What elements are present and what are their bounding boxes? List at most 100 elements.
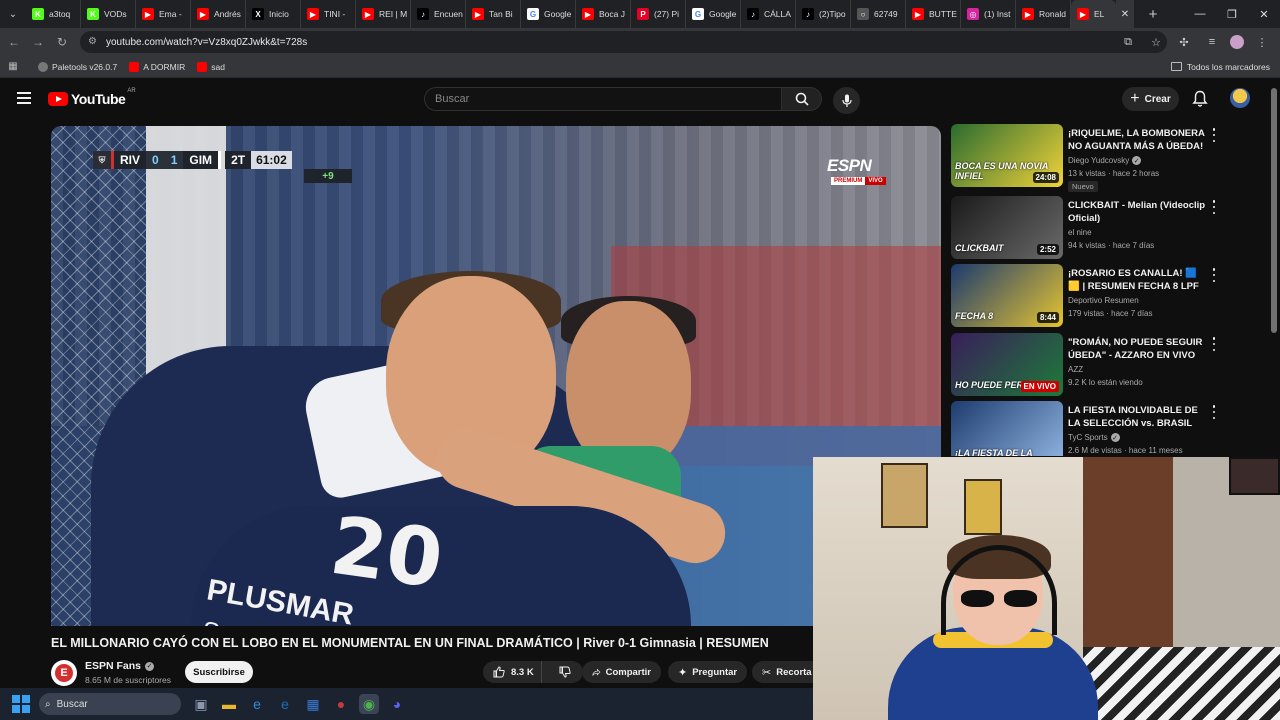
recommended-channel[interactable]: Deportivo Resumen bbox=[1068, 296, 1139, 305]
bookmark-item[interactable]: sad bbox=[197, 61, 225, 72]
new-tab-icon[interactable]: + bbox=[1140, 0, 1166, 28]
recommended-video-title[interactable]: "ROMÁN, NO PUEDE SEGUIR ÚBEDA" - AZZARO … bbox=[1068, 336, 1206, 362]
video-thumbnail[interactable]: BOCA ES UNA NOVIA INFIEL 24:08 bbox=[951, 124, 1063, 187]
video-thumbnail[interactable]: HO PUEDE PERD EN VIVO bbox=[951, 333, 1063, 396]
url-field[interactable]: ⚙ youtube.com/watch?v=Vz8xq0ZJwkk&t=728s bbox=[80, 31, 1167, 53]
bookmark-item[interactable]: Paletools v26.0.7 bbox=[38, 61, 117, 72]
more-options-icon[interactable] bbox=[1209, 337, 1219, 351]
app-red-icon[interactable]: ● bbox=[331, 694, 351, 714]
video-duration: 8:44 bbox=[1036, 312, 1059, 323]
recommended-channel-name: TyC Sports bbox=[1068, 433, 1108, 442]
search-button[interactable] bbox=[781, 87, 822, 111]
browser-tab[interactable]: ▶ TINI - bbox=[301, 0, 356, 28]
recommended-channel[interactable]: Diego Yudcovsky ✓ bbox=[1068, 156, 1142, 165]
browser-tab[interactable]: ▶ Ema - bbox=[136, 0, 191, 28]
bookmark-item[interactable]: A DORMIR bbox=[129, 61, 185, 72]
browser-tab[interactable]: X Inicio bbox=[246, 0, 301, 28]
browser-tab[interactable]: G Google bbox=[686, 0, 741, 28]
browser-tab[interactable]: ▶ Ronald bbox=[1016, 0, 1071, 28]
task-view-icon[interactable]: ▣ bbox=[191, 694, 211, 714]
channel-name-link[interactable]: ESPN Fans ✓ bbox=[85, 660, 155, 672]
chrome-menu-icon[interactable]: ⋮ bbox=[1252, 36, 1272, 49]
browser-tab[interactable]: ▶ Boca J bbox=[576, 0, 631, 28]
share-label: Compartir bbox=[605, 666, 651, 678]
browser-tab[interactable]: ▶ BUTTE bbox=[906, 0, 961, 28]
browser-tab[interactable]: ♪ CÁLLA bbox=[741, 0, 796, 28]
recommended-channel[interactable]: TyC Sports ✓ bbox=[1068, 433, 1120, 442]
recommended-video[interactable]: HO PUEDE PERD EN VIVO "ROMÁN, NO PUEDE SEG… bbox=[951, 333, 1221, 397]
recommended-video-title[interactable]: ¡RIQUELME, LA BOMBONERA NO AGUANTA MÁS A… bbox=[1068, 127, 1206, 153]
search-input[interactable]: Buscar bbox=[424, 87, 781, 111]
like-button[interactable]: 8.3 K bbox=[483, 661, 543, 683]
browser-tab[interactable]: Ka3toq bbox=[26, 0, 81, 28]
windows-start-icon[interactable] bbox=[12, 695, 30, 713]
bookmark-star-icon[interactable]: ☆ bbox=[1146, 36, 1166, 49]
browser-tab[interactable]: ♪ (2)Tipo bbox=[796, 0, 851, 28]
close-window-icon[interactable]: ✕ bbox=[1248, 0, 1280, 28]
search-icon bbox=[795, 92, 809, 106]
discord-icon[interactable]: ◕ bbox=[387, 694, 407, 714]
browser-tab[interactable]: ◎ (1) Inst bbox=[961, 0, 1016, 28]
recommended-video[interactable]: BOCA ES UNA NOVIA INFIEL 24:08 ¡RIQUELME, … bbox=[951, 124, 1221, 192]
browser-tab[interactable]: ○ 62749 bbox=[851, 0, 906, 28]
more-options-icon[interactable] bbox=[1209, 128, 1219, 142]
taskbar-search-input[interactable]: ⌕ Buscar bbox=[39, 693, 181, 715]
tab-search-chevron-icon[interactable]: ⌄ bbox=[0, 0, 26, 28]
video-thumbnail[interactable]: CLICKBAIT 2:52 bbox=[951, 196, 1063, 259]
browser-tab[interactable]: K VODs bbox=[81, 0, 136, 28]
install-app-icon[interactable]: ⧉ bbox=[1118, 36, 1138, 49]
recommended-video[interactable]: CLICKBAIT 2:52 CLICKBAIT - Melian (Videocl… bbox=[951, 196, 1221, 260]
voice-search-button[interactable] bbox=[833, 87, 860, 114]
recommended-video-title[interactable]: LA FIESTA INOLVIDABLE DE LA SELECCIÓN vs… bbox=[1068, 404, 1206, 430]
browser-tab[interactable]: G Google bbox=[521, 0, 576, 28]
edge-blue-icon[interactable]: e bbox=[275, 694, 295, 714]
forward-icon[interactable]: → bbox=[26, 28, 50, 56]
recommended-video-title[interactable]: ¡ROSARIO ES CANALLA! 🟦🟨 | RESUMEN FECHA … bbox=[1068, 267, 1206, 293]
more-options-icon[interactable] bbox=[1209, 268, 1219, 282]
back-icon[interactable]: ← bbox=[2, 28, 26, 56]
recommended-video-title[interactable]: CLICKBAIT - Melian (Videoclip Oficial) bbox=[1068, 199, 1206, 225]
video-thumbnail[interactable]: FECHA 8 8:44 bbox=[951, 264, 1063, 327]
video-thumbnail[interactable]: ¡LA FIESTA DE LA bbox=[951, 401, 1063, 456]
profile-avatar-icon[interactable] bbox=[1230, 35, 1244, 49]
subscribe-button[interactable]: Suscribirse bbox=[185, 661, 253, 683]
browser-tab[interactable]: P (27) Pi bbox=[631, 0, 686, 28]
edge-icon[interactable]: e bbox=[247, 694, 267, 714]
close-tab-icon[interactable]: ✕ bbox=[1116, 0, 1134, 28]
recommended-video[interactable]: FECHA 8 8:44 ¡ROSARIO ES CANALLA! 🟦🟨 | RES… bbox=[951, 264, 1221, 328]
recommended-video[interactable]: ¡LA FIESTA DE LA LA FIESTA INOLVIDABLE DE… bbox=[951, 401, 1221, 456]
recommended-channel[interactable]: el nine bbox=[1068, 228, 1092, 237]
notifications-bell-icon[interactable] bbox=[1192, 90, 1208, 108]
youtube-logo[interactable]: YouTube AR bbox=[48, 88, 136, 107]
restore-icon[interactable]: ❐ bbox=[1216, 0, 1248, 28]
apps-grid-icon[interactable]: ▦ bbox=[0, 61, 26, 72]
minimize-icon[interactable]: — bbox=[1184, 0, 1216, 28]
browser-tab[interactable]: ▶ Andrés bbox=[191, 0, 246, 28]
site-info-icon[interactable]: ⚙ bbox=[88, 37, 98, 47]
media-control-icon[interactable]: ≡ bbox=[1202, 36, 1222, 48]
store-icon[interactable]: ▦ bbox=[303, 694, 323, 714]
create-button[interactable]: + Crear bbox=[1122, 87, 1179, 111]
search-placeholder: Buscar bbox=[435, 93, 470, 105]
hamburger-menu-icon[interactable] bbox=[17, 92, 31, 104]
tab-active[interactable]: ▶ EL bbox=[1071, 0, 1116, 28]
file-explorer-icon[interactable]: ▬ bbox=[219, 694, 239, 714]
extensions-icon[interactable]: ✣ bbox=[1174, 36, 1194, 49]
browser-tab[interactable]: ▶ REI | M bbox=[356, 0, 411, 28]
dislike-button[interactable] bbox=[547, 661, 583, 683]
share-button[interactable]: Compartir bbox=[582, 661, 661, 683]
more-options-icon[interactable] bbox=[1209, 405, 1219, 419]
all-bookmarks-button[interactable]: Todos los marcadores bbox=[1170, 62, 1270, 72]
recommended-channel[interactable]: AZZ bbox=[1068, 365, 1083, 374]
tab-label: Encuen bbox=[434, 9, 463, 19]
reload-icon[interactable]: ↻ bbox=[50, 28, 74, 56]
ask-button[interactable]: ✦ Preguntar bbox=[668, 661, 747, 683]
more-options-icon[interactable] bbox=[1209, 200, 1219, 214]
account-avatar[interactable] bbox=[1230, 88, 1250, 108]
channel-avatar[interactable]: E bbox=[51, 660, 77, 686]
chrome-icon[interactable]: ◉ bbox=[359, 694, 379, 714]
browser-tab[interactable]: ♪ Encuen bbox=[411, 0, 466, 28]
page-scrollbar[interactable] bbox=[1271, 88, 1277, 333]
video-player[interactable]: 20 PLUSMAR Sportsbet ⛨ RIV 0 1 GIM 2T 61… bbox=[51, 126, 941, 626]
browser-tab[interactable]: ▶ Tan Bi bbox=[466, 0, 521, 28]
